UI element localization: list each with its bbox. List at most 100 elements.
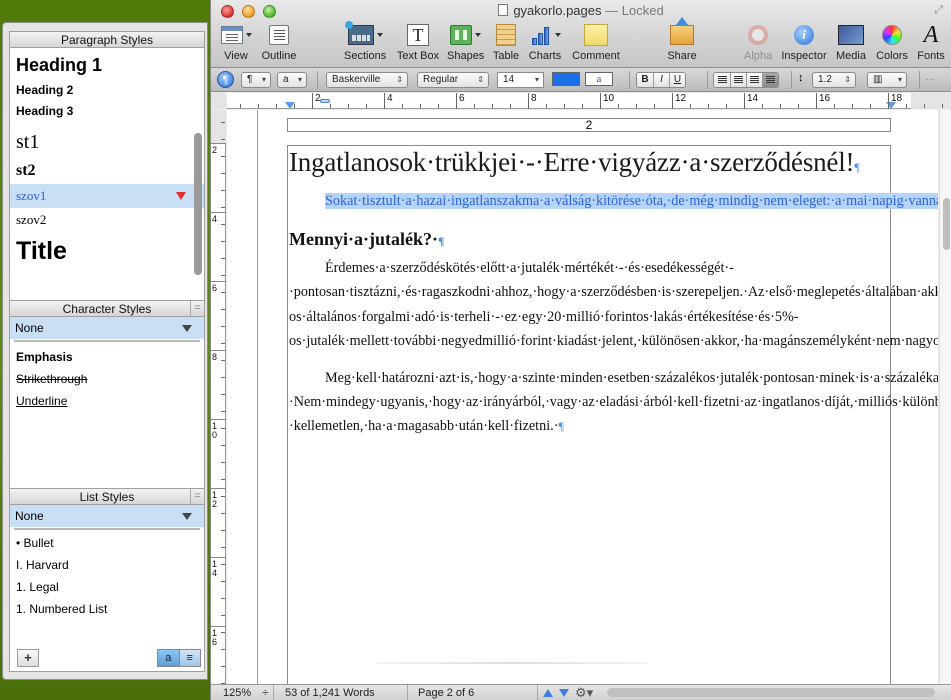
font-size-field[interactable]: 14 ▾ bbox=[497, 72, 544, 88]
text-box-button[interactable]: T Text Box bbox=[394, 22, 442, 62]
ruler-minor-tick bbox=[221, 122, 225, 123]
align-right-button[interactable] bbox=[746, 73, 762, 87]
horizontal-ruler[interactable]: 2468101214161820 bbox=[211, 93, 951, 109]
fullscreen-icon[interactable]: ⤢ bbox=[934, 4, 943, 17]
paragraph-style-heading-2[interactable]: Heading 2 bbox=[10, 78, 204, 100]
alpha-button[interactable]: Alpha bbox=[741, 22, 775, 62]
previous-page-button[interactable] bbox=[543, 689, 553, 697]
outline-button[interactable]: Outline bbox=[259, 22, 299, 62]
vertical-ruler[interactable]: 2 4 6 8 1 0 1 2 1 4 1 6 bbox=[211, 110, 226, 685]
list-style-numbered-list[interactable]: 1. Numbered List bbox=[10, 598, 204, 620]
next-page-button[interactable] bbox=[559, 689, 569, 697]
body-paragraph[interactable]: Meg·kell·határozni·azt·is,·hogy·a·szinte… bbox=[289, 366, 938, 439]
character-style-underline[interactable]: Underline bbox=[10, 390, 204, 412]
colors-button[interactable]: Colors bbox=[874, 22, 910, 62]
character-style-strikethrough[interactable]: Strikethrough bbox=[10, 368, 204, 390]
bold-button[interactable]: B bbox=[637, 73, 653, 87]
align-left-button[interactable] bbox=[714, 73, 730, 87]
text-color-well[interactable] bbox=[552, 72, 580, 86]
drawer-footer: + a ≡ bbox=[3, 645, 207, 671]
paragraph-style-st2[interactable]: st2 bbox=[10, 156, 204, 184]
add-style-button[interactable]: + bbox=[17, 649, 39, 667]
ruler-minor-tick bbox=[276, 104, 277, 108]
more-options[interactable]: ... bbox=[926, 72, 934, 83]
vertical-scroll-thumb[interactable] bbox=[943, 198, 950, 250]
pilcrow-mark: ¶ bbox=[854, 160, 860, 174]
intro-paragraph-selected[interactable]: Sokat·tisztult·a·hazai·ingatlanszakma·a·… bbox=[289, 189, 938, 213]
character-style-menu[interactable]: a ▾ bbox=[277, 72, 307, 88]
align-center-button[interactable] bbox=[730, 73, 746, 87]
ruler-minor-tick bbox=[402, 104, 403, 108]
locked-status[interactable]: Locked bbox=[622, 3, 664, 18]
justify-button[interactable] bbox=[762, 73, 778, 87]
resize-grip-icon[interactable]: = bbox=[190, 301, 204, 316]
paragraph-style-heading-1[interactable]: Heading 1 bbox=[10, 48, 204, 78]
shapes-button[interactable]: Shapes bbox=[447, 22, 484, 62]
list-style-legal[interactable]: 1. Legal bbox=[10, 576, 204, 598]
text-style-buttons: B I U bbox=[636, 72, 686, 88]
word-count[interactable]: 53 of 1,241 Words bbox=[285, 686, 375, 700]
gear-menu-icon[interactable]: ⚙▾ bbox=[575, 685, 593, 700]
paragraph-style-szov2[interactable]: szov2 bbox=[10, 208, 204, 234]
character-styles-title: Character Styles bbox=[62, 302, 152, 316]
inspector-button[interactable]: i Inspector bbox=[779, 22, 829, 62]
share-button[interactable]: Share bbox=[666, 17, 698, 62]
list-style-dropdown[interactable]: None bbox=[9, 505, 205, 527]
view-button[interactable]: View bbox=[219, 22, 253, 62]
ruler-label: 1 6 bbox=[212, 628, 218, 647]
ruler-minor-tick bbox=[221, 530, 225, 531]
page-indicator[interactable]: Page 2 of 6 bbox=[418, 686, 474, 700]
dropdown-arrow-icon bbox=[554, 33, 561, 37]
first-line-indent-marker[interactable] bbox=[320, 99, 330, 103]
paragraph-style-szov1[interactable]: szov1 bbox=[10, 184, 204, 208]
italic-button[interactable]: I bbox=[653, 73, 669, 87]
table-button[interactable]: Table bbox=[492, 22, 520, 62]
list-style-harvard[interactable]: I. Harvard bbox=[10, 554, 204, 576]
body-paragraph[interactable]: Érdemes·a·szerződéskötés·előtt·a·jutalék… bbox=[289, 256, 938, 353]
font-typeface-select[interactable]: Regular ⇕ bbox=[417, 72, 489, 88]
paragraph-style-menu[interactable]: ¶ ▾ bbox=[241, 72, 271, 88]
dropdown-arrow-icon: ▾ bbox=[261, 75, 266, 84]
ruler-label: 8 bbox=[212, 352, 218, 362]
comment-button[interactable]: Comment bbox=[571, 22, 621, 62]
fonts-button[interactable]: A Fonts bbox=[916, 22, 946, 62]
document-body[interactable]: Ingatlanosok·trükkjei·-·Erre·vigyázz·a·s… bbox=[289, 146, 938, 439]
dropdown-arrow-icon bbox=[474, 33, 481, 37]
ruler-major-tick bbox=[211, 143, 226, 144]
ruler-minor-tick bbox=[221, 207, 225, 208]
subheading[interactable]: Mennyi·a·jutalék?·¶ bbox=[289, 227, 891, 253]
show-invisibles-button[interactable]: ¶ bbox=[217, 71, 234, 88]
character-style-emphasis[interactable]: Emphasis bbox=[10, 346, 204, 368]
sections-label: Sections bbox=[344, 50, 387, 62]
ruler-minor-tick bbox=[420, 104, 421, 108]
font-family-select[interactable]: Baskerville ⇕ bbox=[326, 72, 408, 88]
page-header[interactable]: 2 bbox=[287, 118, 891, 132]
document-canvas[interactable]: 2 Ingatlanosok·trükkjei·-·Erre·vigyázz·a… bbox=[227, 110, 938, 685]
horizontal-scrollbar[interactable] bbox=[607, 688, 935, 697]
paragraph-style-heading-3[interactable]: Heading 3 bbox=[10, 100, 204, 122]
line-spacing-field[interactable]: 1.2 ⇕ bbox=[812, 72, 856, 88]
paragraph-style-title[interactable]: Title bbox=[10, 234, 204, 268]
list-style-bullet[interactable]: • Bullet bbox=[10, 532, 204, 554]
document-title[interactable]: Ingatlanosok·trükkjei·-·Erre·vigyázz·a·s… bbox=[289, 146, 891, 183]
show-character-styles-toggle[interactable]: a bbox=[158, 650, 179, 666]
media-button[interactable]: Media bbox=[835, 22, 867, 62]
paragraph-styles-scrollbar[interactable] bbox=[194, 133, 202, 275]
zoom-select[interactable]: 125% ÷ bbox=[223, 686, 268, 700]
ruler-label: 14 bbox=[747, 93, 759, 104]
ruler-label: 4 bbox=[387, 93, 393, 104]
sections-button[interactable]: Sections bbox=[344, 21, 387, 62]
ruler-minor-tick bbox=[924, 104, 925, 108]
text-box-icon: T bbox=[407, 24, 429, 46]
charts-button[interactable]: Charts bbox=[528, 22, 562, 62]
show-list-styles-toggle[interactable]: ≡ bbox=[178, 650, 200, 666]
vertical-scrollbar[interactable] bbox=[939, 110, 951, 685]
view-label: View bbox=[224, 50, 248, 62]
style-menu-arrow-icon[interactable] bbox=[176, 192, 186, 200]
underline-button[interactable]: U bbox=[669, 73, 685, 87]
character-style-dropdown[interactable]: None bbox=[9, 317, 205, 339]
paragraph-style-st1[interactable]: st1 bbox=[10, 122, 204, 156]
highlight-color-well[interactable]: a bbox=[585, 72, 613, 86]
columns-menu[interactable]: ▥ ▾ bbox=[867, 72, 907, 88]
resize-grip-icon[interactable]: = bbox=[190, 489, 204, 504]
